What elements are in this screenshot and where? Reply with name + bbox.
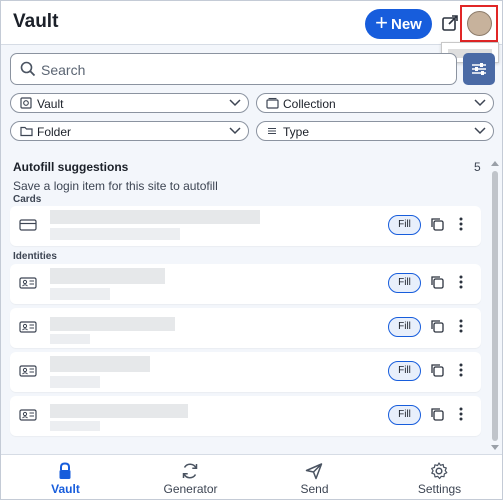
fill-button[interactable]: Fill xyxy=(388,273,421,293)
scroll-down-arrow[interactable] xyxy=(491,445,499,450)
folder-icon xyxy=(20,126,33,137)
copy-icon[interactable] xyxy=(430,407,444,421)
chevron-down-icon xyxy=(474,99,486,107)
account-switcher[interactable] xyxy=(460,5,498,42)
nav-vault[interactable]: Vault xyxy=(3,455,128,500)
header: Vault + New xyxy=(1,1,502,45)
copy-icon[interactable] xyxy=(430,275,444,289)
autofill-count: 5 xyxy=(474,160,481,174)
redacted-item-name xyxy=(50,210,260,224)
nav-generator[interactable]: Generator xyxy=(128,455,253,500)
copy-icon[interactable] xyxy=(430,363,444,377)
vault-filter-dropdown[interactable]: Vault xyxy=(10,93,249,113)
filter-toggle-button[interactable] xyxy=(463,53,495,85)
send-icon xyxy=(305,463,323,480)
scroll-thumb[interactable] xyxy=(492,171,498,441)
list-item[interactable]: Fill xyxy=(10,264,481,304)
id-card-icon xyxy=(19,277,37,289)
more-options-icon[interactable] xyxy=(458,406,464,422)
gear-icon xyxy=(431,462,448,480)
nav-label: Vault xyxy=(51,482,80,496)
redacted-item-detail xyxy=(50,334,90,344)
id-card-icon xyxy=(19,409,37,421)
fill-button[interactable]: Fill xyxy=(388,317,421,337)
new-button-label: New xyxy=(391,15,422,33)
fill-button[interactable]: Fill xyxy=(388,405,421,425)
vault-filter-label: Vault xyxy=(37,97,64,111)
refresh-icon xyxy=(182,463,198,479)
search-icon xyxy=(20,61,36,77)
list-item[interactable]: Fill xyxy=(10,308,481,348)
redacted-item-detail xyxy=(50,376,100,388)
nav-settings[interactable]: Settings xyxy=(377,455,502,500)
group-label-cards: Cards xyxy=(13,194,42,205)
chevron-down-icon xyxy=(474,127,486,135)
scroll-up-arrow[interactable] xyxy=(491,161,499,166)
vault-icon xyxy=(20,97,32,109)
redacted-item-name xyxy=(50,404,188,418)
sliders-icon xyxy=(472,63,486,75)
redacted-item-detail xyxy=(50,288,110,300)
search-box[interactable] xyxy=(10,53,457,85)
redacted-item-name xyxy=(50,268,165,284)
more-options-icon[interactable] xyxy=(458,274,464,290)
redacted-item-detail xyxy=(50,228,180,240)
bottom-nav: Vault Generator Send Settings xyxy=(1,454,502,499)
scrollbar[interactable] xyxy=(489,161,501,454)
folder-filter-dropdown[interactable]: Folder xyxy=(10,121,249,141)
list-icon xyxy=(268,127,276,135)
autofill-subtitle: Save a login item for this site to autof… xyxy=(13,179,218,193)
redacted-item-detail xyxy=(50,421,100,431)
nav-label: Send xyxy=(300,482,329,496)
more-options-icon[interactable] xyxy=(458,216,464,232)
folder-filter-label: Folder xyxy=(37,125,72,139)
nav-label: Settings xyxy=(417,482,462,496)
fill-button[interactable]: Fill xyxy=(388,361,421,381)
collection-filter-label: Collection xyxy=(283,97,336,111)
type-filter-dropdown[interactable]: Type xyxy=(256,121,494,141)
fill-button[interactable]: Fill xyxy=(388,215,421,235)
more-options-icon[interactable] xyxy=(458,362,464,378)
redacted-item-name xyxy=(50,356,150,372)
collection-icon xyxy=(266,97,279,109)
group-label-identities: Identities xyxy=(13,251,57,262)
autofill-section-title: Autofill suggestions xyxy=(13,160,129,174)
list-item[interactable]: Fill xyxy=(10,352,481,392)
collection-filter-dropdown[interactable]: Collection xyxy=(256,93,494,113)
copy-icon[interactable] xyxy=(430,217,444,231)
list-item[interactable]: Fill xyxy=(10,396,481,436)
nav-label: Generator xyxy=(163,482,218,496)
more-options-icon[interactable] xyxy=(458,318,464,334)
popout-icon[interactable] xyxy=(441,14,459,32)
list-item[interactable]: Fill xyxy=(10,206,481,246)
new-item-button[interactable]: + New xyxy=(365,9,432,39)
id-card-icon xyxy=(19,321,37,333)
avatar[interactable] xyxy=(467,11,492,36)
chevron-down-icon xyxy=(229,99,241,107)
nav-send[interactable]: Send xyxy=(252,455,377,500)
redacted-item-name xyxy=(50,317,175,331)
copy-icon[interactable] xyxy=(430,319,444,333)
page-title: Vault xyxy=(13,11,59,32)
lock-icon xyxy=(59,462,71,479)
credit-card-icon xyxy=(19,219,37,231)
id-card-icon xyxy=(19,365,37,377)
search-input[interactable] xyxy=(41,60,441,80)
plus-icon: + xyxy=(375,10,388,35)
type-filter-label: Type xyxy=(283,125,310,139)
chevron-down-icon xyxy=(229,127,241,135)
